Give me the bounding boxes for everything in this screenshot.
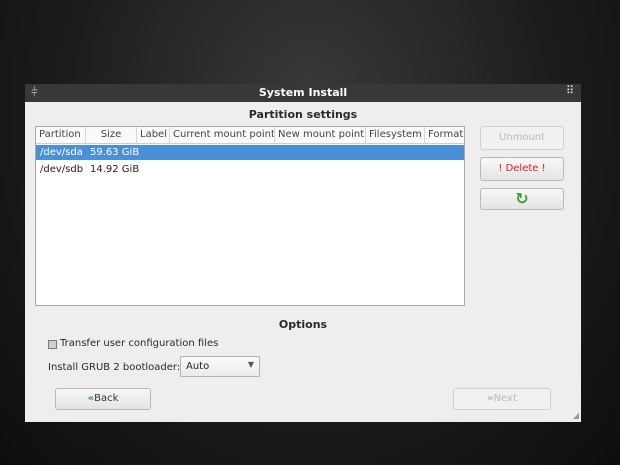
resize-grip-icon[interactable]: ◢ [573, 411, 579, 420]
column-new-mount-point[interactable]: New mount point [275, 127, 366, 143]
unmount-button[interactable]: Unmount [480, 126, 564, 150]
partition-settings-heading: Partition settings [248, 108, 358, 121]
table-row[interactable]: /dev/sdb 14.92 GiB [36, 162, 464, 177]
options-heading: Options [278, 318, 328, 331]
table-header: Partition Size Label Current mount point… [36, 127, 464, 144]
column-partition[interactable]: Partition [36, 127, 86, 143]
column-current-mount-point[interactable]: Current mount point [170, 127, 275, 143]
refresh-icon: ↻ [515, 189, 529, 208]
transfer-config-label: Transfer user configuration files [60, 338, 219, 349]
partition-cell: /dev/sda [40, 147, 83, 158]
size-cell: 59.63 GiB [90, 147, 140, 158]
refresh-button[interactable]: ↻ [480, 188, 564, 210]
title-bar: ⫩ System Install ⠿ [25, 84, 581, 102]
window-title: System Install [258, 86, 348, 99]
size-cell: 14.92 GiB [90, 164, 140, 175]
column-format[interactable]: Format [425, 127, 464, 143]
partition-cell: /dev/sdb [40, 164, 84, 175]
column-size[interactable]: Size [86, 127, 137, 143]
transfer-config-checkbox[interactable] [48, 340, 57, 349]
next-button[interactable]: »Next [453, 388, 551, 410]
delete-button[interactable]: ! Delete ! [480, 157, 564, 181]
grub-bootloader-select[interactable]: Auto ▼ [180, 356, 260, 377]
next-label: Next [493, 393, 517, 404]
window-content: Partition settings Partition Size Label … [25, 102, 581, 422]
window-grid-icon[interactable]: ⠿ [566, 84, 574, 97]
grub-selected-value: Auto [186, 361, 210, 372]
system-install-window: ⫩ System Install ⠿ Partition settings Pa… [25, 84, 581, 422]
table-row[interactable]: /dev/sda 59.63 GiB [36, 145, 464, 160]
partition-table: Partition Size Label Current mount point… [35, 126, 465, 306]
column-label[interactable]: Label [137, 127, 170, 143]
back-label: Back [94, 393, 119, 404]
grub-bootloader-label: Install GRUB 2 bootloader: [48, 362, 181, 373]
back-button[interactable]: «Back [55, 388, 151, 410]
column-filesystem[interactable]: Filesystem [366, 127, 425, 143]
chevron-down-icon: ▼ [247, 360, 254, 369]
